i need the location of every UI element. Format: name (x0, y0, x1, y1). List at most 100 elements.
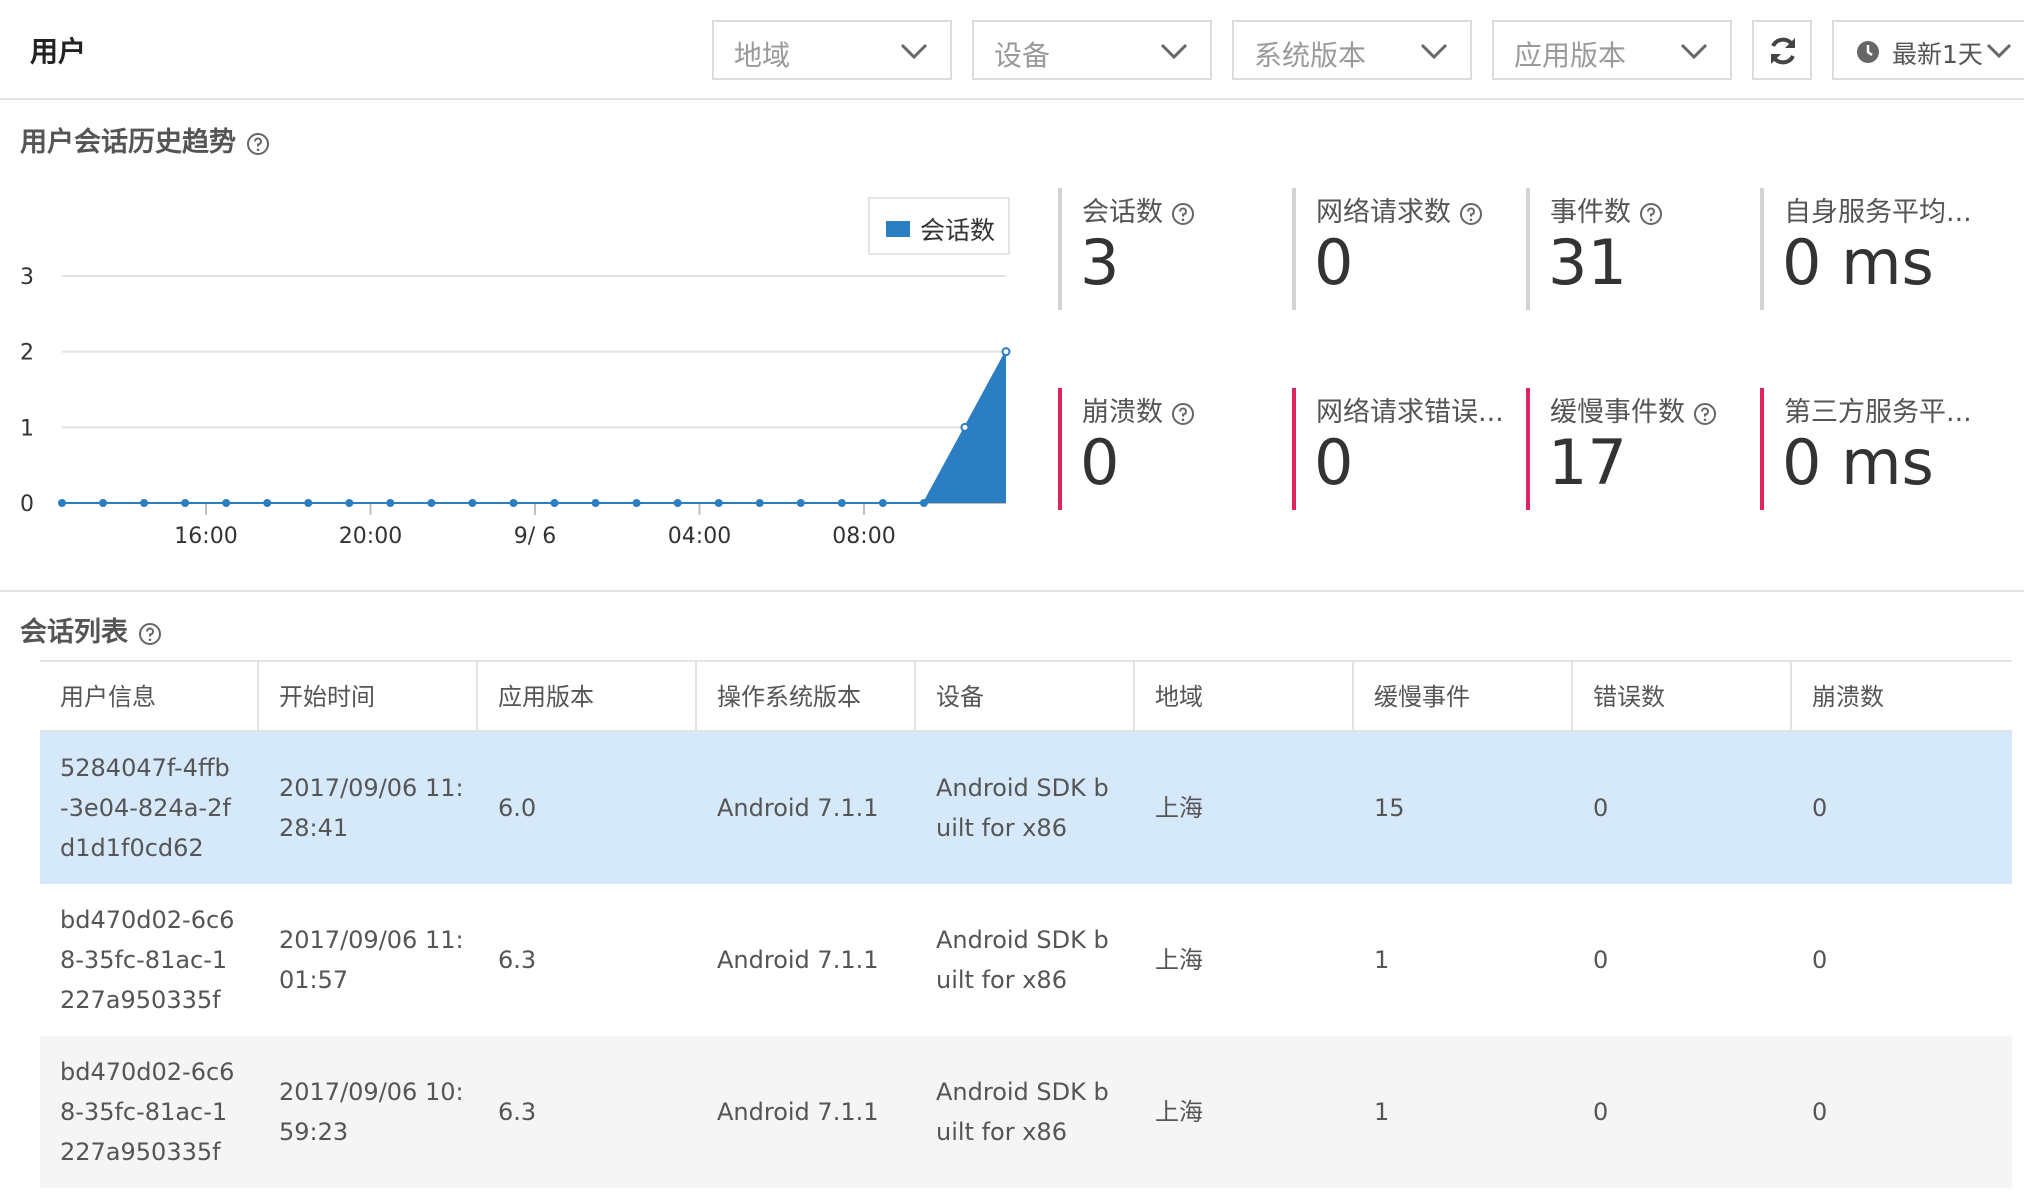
cell-line: 2017/09/06 11: (279, 774, 464, 802)
chevron-down-icon (1986, 43, 2012, 59)
data-point (714, 499, 723, 507)
data-point (796, 499, 805, 507)
cell-slow-events: 1 (1374, 946, 1390, 974)
stat-label: 事件数 (1550, 197, 1631, 228)
cell-line: -3e04-824a-2f (60, 794, 231, 822)
cell-line: 2017/09/06 11: (279, 926, 464, 954)
table-row[interactable]: bd470d02-6c6 8-35fc-81ac-1 227a950335f 201… (40, 884, 2012, 1036)
column-header-crashes[interactable]: 崩溃数 (1792, 662, 2012, 732)
data-point (878, 499, 887, 507)
legend-label: 会话数 (920, 216, 996, 245)
sessions-table: 用户信息 开始时间 应用版本 操作系统版本 设备 地域 缓慢事件 错误数 崩溃数… (40, 660, 2012, 1188)
cell-errors: 0 (1593, 1098, 1609, 1126)
column-header-device[interactable]: 设备 (916, 662, 1135, 732)
stat-value: 0 (1314, 226, 1354, 299)
os-version-filter[interactable]: 系统版本 (1232, 20, 1472, 80)
cell-line: d1d1f0cd62 (60, 834, 204, 862)
data-point (99, 499, 108, 507)
data-point (591, 499, 600, 507)
cell-line: uilt for x86 (936, 1118, 1067, 1146)
y-tick-label: 0 (20, 492, 34, 517)
data-point (837, 499, 846, 507)
column-header-start-time[interactable]: 开始时间 (259, 662, 478, 732)
cell-device: Android SDK b uilt for x86 (916, 884, 1135, 1036)
column-header-region[interactable]: 地域 (1135, 662, 1354, 732)
data-point (550, 499, 559, 507)
stat-value: 0 ms (1782, 226, 1934, 299)
help-icon[interactable] (1693, 402, 1717, 426)
stat-own-service-avg: 自身服务平均... 0 ms (1760, 188, 1980, 310)
data-point (427, 499, 436, 507)
y-tick-label: 2 (20, 341, 34, 366)
chart-legend[interactable]: 会话数 (868, 197, 1010, 255)
stat-label: 网络请求错误... (1316, 397, 1504, 428)
help-icon[interactable] (1459, 202, 1483, 226)
cell-line: uilt for x86 (936, 814, 1067, 842)
refresh-icon (1771, 37, 1795, 65)
table-row[interactable]: bd470d02-6c6 8-35fc-81ac-1 227a950335f 201… (40, 1036, 2012, 1188)
stat-slow-events: 缓慢事件数 17 (1526, 388, 1746, 510)
region-filter[interactable]: 地域 (712, 20, 952, 80)
column-header-app-version[interactable]: 应用版本 (478, 662, 697, 732)
sessions-title-text: 会话列表 (20, 617, 128, 648)
stat-label: 第三方服务平... (1784, 397, 1972, 428)
column-header-os-version[interactable]: 操作系统版本 (697, 662, 916, 732)
help-icon[interactable] (246, 132, 270, 156)
chevron-down-icon (1420, 43, 1448, 60)
time-range-filter[interactable]: 最新1天 (1832, 20, 2024, 80)
data-point (1001, 347, 1011, 357)
column-header-errors[interactable]: 错误数 (1573, 662, 1792, 732)
cell-errors: 0 (1593, 946, 1609, 974)
cell-errors: 0 (1593, 794, 1609, 822)
help-icon[interactable] (138, 622, 162, 646)
cell-slow-events: 15 (1374, 794, 1405, 822)
cell-line: bd470d02-6c6 (60, 1058, 235, 1086)
data-point (304, 499, 313, 507)
data-point (755, 499, 764, 507)
x-tick-label: 9/ 6 (514, 524, 556, 549)
help-icon[interactable] (1171, 202, 1195, 226)
y-tick-label: 3 (20, 265, 34, 290)
stat-label: 自身服务平均... (1784, 197, 1972, 228)
cell-os-version: Android 7.1.1 (717, 946, 879, 974)
x-tick-label: 16:00 (174, 524, 237, 549)
table-row[interactable]: 5284047f-4ffb -3e04-824a-2f d1d1f0cd62 201… (40, 732, 2012, 884)
stat-label: 网络请求数 (1316, 197, 1451, 228)
cell-line: 01:57 (279, 966, 349, 994)
region-filter-placeholder: 地域 (734, 39, 791, 72)
help-icon[interactable] (1171, 402, 1195, 426)
stat-network-errors: 网络请求错误... 0 (1292, 388, 1512, 510)
cell-line: Android SDK b (936, 926, 1109, 954)
column-header-user[interactable]: 用户信息 (40, 662, 259, 732)
cell-line: Android SDK b (936, 774, 1109, 802)
device-filter[interactable]: 设备 (972, 20, 1212, 80)
cell-line: 227a950335f (60, 986, 221, 1014)
sessions-section-title: 会话列表 (20, 610, 162, 649)
help-icon[interactable] (1639, 202, 1663, 226)
cell-line: bd470d02-6c6 (60, 906, 235, 934)
data-point (468, 499, 477, 507)
cell-region: 上海 (1155, 1098, 1203, 1126)
chevron-down-icon (1160, 43, 1188, 60)
stat-label: 会话数 (1082, 197, 1163, 228)
cell-user: 5284047f-4ffb -3e04-824a-2f d1d1f0cd62 (40, 732, 259, 884)
data-point (509, 499, 518, 507)
data-point (140, 499, 149, 507)
cell-line: 8-35fc-81ac-1 (60, 1098, 228, 1126)
data-point (960, 422, 970, 432)
stat-events: 事件数 31 (1526, 188, 1746, 310)
cell-app-version: 6.3 (498, 946, 537, 974)
data-point (632, 499, 641, 507)
stat-third-party-avg: 第三方服务平... 0 ms (1760, 388, 1980, 510)
stat-sessions: 会话数 3 (1058, 188, 1278, 310)
refresh-button[interactable] (1752, 20, 1812, 80)
app-version-filter[interactable]: 应用版本 (1492, 20, 1732, 80)
cell-line: Android SDK b (936, 1078, 1109, 1106)
stat-value: 17 (1548, 426, 1627, 499)
x-tick-label: 08:00 (832, 524, 895, 549)
cell-line: 5284047f-4ffb (60, 754, 230, 782)
column-header-slow-events[interactable]: 缓慢事件 (1354, 662, 1573, 732)
app-version-filter-placeholder: 应用版本 (1514, 39, 1627, 72)
trend-section-title: 用户会话历史趋势 (20, 120, 270, 159)
cell-start-time: 2017/09/06 11: 01:57 (259, 884, 478, 1036)
